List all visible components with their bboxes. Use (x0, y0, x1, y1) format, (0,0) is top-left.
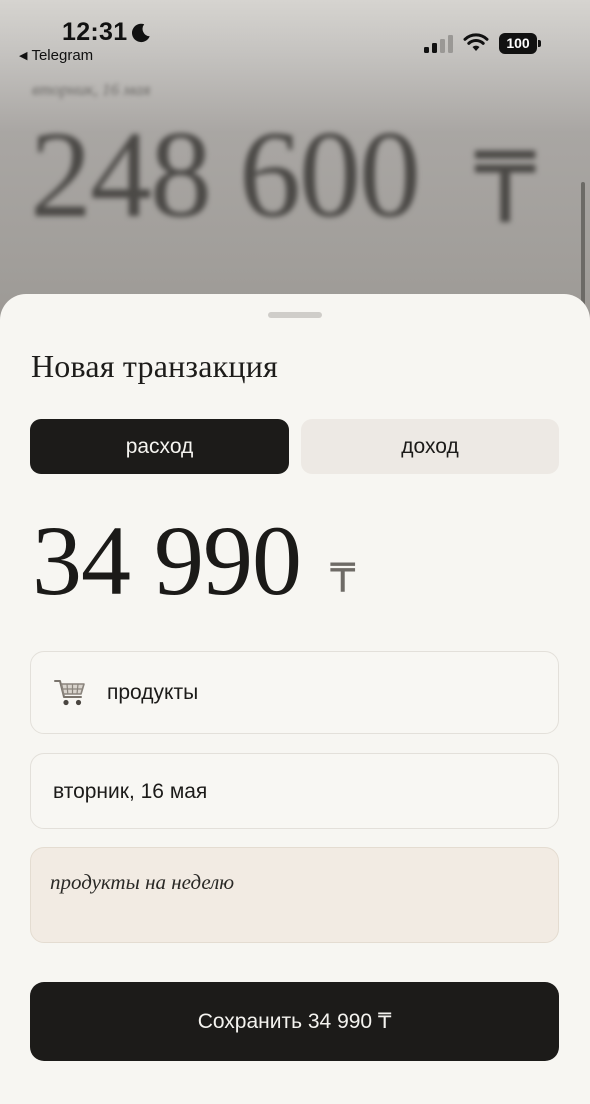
tab-income[interactable]: доход (301, 419, 559, 474)
amount-currency: ₸ (330, 557, 356, 601)
battery-level: 100 (499, 33, 537, 54)
sheet-title: Новая транзакция (31, 348, 278, 384)
moon-icon (131, 23, 150, 43)
new-transaction-sheet: Новая транзакция расход доход 34 990 ₸ п… (0, 294, 590, 1104)
category-label: продукты (107, 681, 199, 704)
background-currency: ₸ (474, 133, 537, 243)
signal-icon (424, 35, 453, 53)
status-time: 12:31 (62, 18, 128, 46)
save-button[interactable]: Сохранить 34 990 ₸ (30, 982, 559, 1061)
shopping-cart-icon (54, 680, 85, 706)
date-field[interactable]: вторник, 16 мая (30, 753, 559, 829)
wifi-icon (463, 33, 489, 51)
amount-input[interactable]: 34 990 (32, 506, 302, 616)
note-field[interactable]: продукты на неделю (30, 847, 559, 943)
battery-icon: 100 (499, 33, 541, 54)
date-value: вторник, 16 мая (53, 780, 208, 803)
tab-expense[interactable]: расход (30, 419, 289, 474)
sheet-grabber[interactable] (268, 312, 322, 318)
battery-nub (538, 40, 541, 47)
back-to-app-link[interactable]: ◀ Telegram (19, 47, 93, 64)
back-app-label: Telegram (31, 47, 94, 64)
note-value: продукты на неделю (50, 870, 235, 894)
screen: 12:31 ◀ Telegram 100 вторник, 16 мая 248… (0, 0, 590, 1104)
category-field[interactable]: продукты (30, 651, 559, 734)
background-date: вторник, 16 мая (32, 80, 151, 99)
back-arrow-icon: ◀ (19, 50, 28, 62)
background-balance: 248 600 (30, 106, 421, 243)
